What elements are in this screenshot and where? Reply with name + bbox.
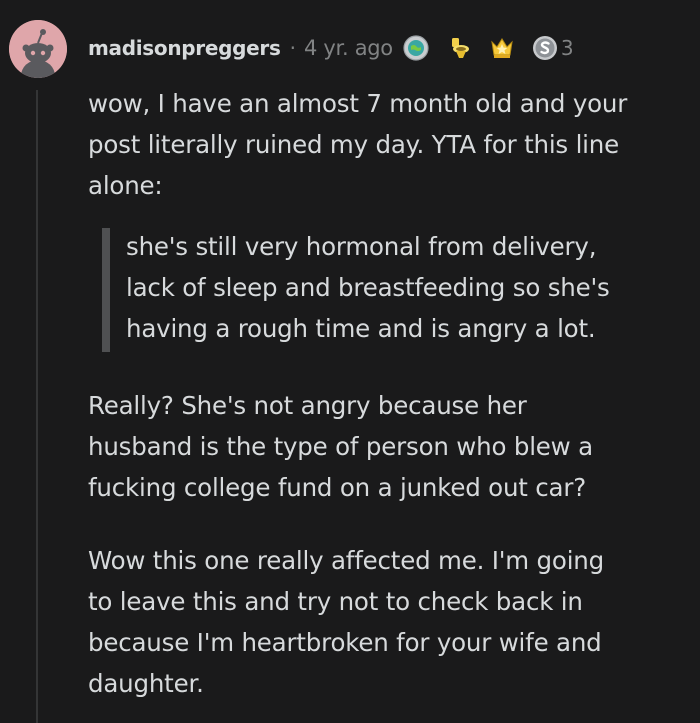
award-count: 3 [560,36,574,60]
paragraph-text: wow, I have an almost 7 month old and yo… [88,89,628,200]
comment-paragraph-1: wow, I have an almost 7 month old and yo… [88,83,688,206]
comment-paragraph-3: Wow this one really affected me. I'm goi… [88,540,688,704]
blockquote-text: she's still very hormonal from delivery,… [126,232,610,343]
awards-row: 3 [403,35,574,61]
globe-award-icon[interactable] [403,35,429,61]
paragraph-text: Really? She's not angry because her husb… [88,391,593,502]
toilet-award-icon[interactable] [446,35,472,61]
snoo-avatar-icon [9,20,67,78]
timestamp[interactable]: 4 yr. ago [304,36,393,60]
comment-header: madisonpreggers · 4 yr. ago 3 [88,33,574,63]
crown-star-award-icon[interactable] [489,35,515,61]
comment-paragraph-2: Really? She's not angry because her husb… [88,385,688,508]
blockquote-bar [102,228,110,352]
avatar[interactable] [9,20,67,78]
paragraph-text: Wow this one really affected me. I'm goi… [88,546,604,698]
comment: madisonpreggers · 4 yr. ago 3 wow, I hav… [0,0,700,723]
thread-line[interactable] [36,90,38,723]
silver-award-icon[interactable] [532,35,558,61]
username-link[interactable]: madisonpreggers [88,36,281,60]
blockquote: she's still very hormonal from delivery,… [102,226,682,353]
separator-dot: · [289,36,296,60]
